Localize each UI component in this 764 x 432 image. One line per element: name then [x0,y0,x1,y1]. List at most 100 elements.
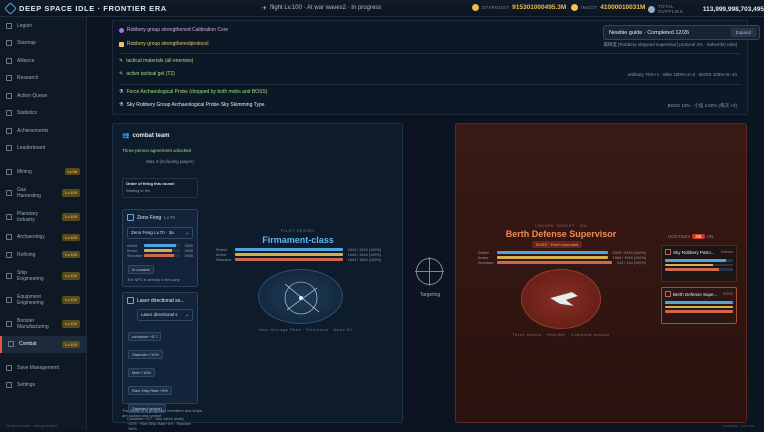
stat-bar [144,249,180,252]
stat-bar [235,258,343,261]
sidebar-item-equipment-engineering[interactable]: Equipment Engineering Lv.100 [0,288,86,312]
stat-value: 1904 / 1904 (100%) [612,255,646,260]
stat-bar [144,254,180,257]
sidebar-item-label: Legion [17,22,33,29]
hostile-count-badge: 3/8 [692,234,705,239]
pencil-icon: ✎ [119,58,124,64]
weapon-icon [127,297,134,304]
log-line: Robbery group strengthenedprotocol [119,41,208,47]
app-title: DEEP SPACE IDLE · FRONTIER ERA [19,3,167,13]
sidebar-item-icon [6,213,12,220]
sidebar-item-icon [6,364,12,371]
supplies-label: TOTAL SUPPLIES [657,4,684,14]
stat-bar-fill [235,248,343,251]
pilot-caption: Halo Storage Shell · Structural · Need 8… [258,327,353,332]
sidebar-item-archaeology[interactable]: Archaeology Lv.100 [0,229,86,247]
max-members-text: Max 3 (including player) [146,159,194,164]
hostiles-label: HOSTILES [668,234,691,239]
sidebar-item-statistics[interactable]: Statistics [0,105,86,123]
rocket-icon: ✈ [262,6,268,12]
enemy-ship-icon [665,291,671,297]
stat-label: Structure [216,257,232,262]
hostiles-header: HOSTILES 3/8 ON [668,234,713,239]
stat-bar-fill [497,251,608,254]
log-line-text: Robbery group strengthenedprotocol [127,41,209,47]
newbie-guide-toast[interactable]: Newbie guide · Completed 12/26 Expand [603,25,760,40]
sidebar-item-level: Lv.100 [62,340,80,348]
resource-ingot: INGOT 41000010031M [571,4,645,11]
member-select-value: Zeno Feng Lv.70 · 3a [131,230,174,235]
sidebar-item-refining[interactable]: Refining Lv.100 [0,246,86,264]
sidebar-item-level: Lv.100 [62,295,80,304]
team-icon: 👥 [122,133,130,139]
firing-order-box: Order of firing this round: Waiting to f… [122,178,198,198]
enemy-ship-view [521,269,601,329]
app-brand: DEEP SPACE IDLE · FRONTIER ERA [4,1,167,15]
hostile-stat-bar-fill [665,310,733,313]
sidebar-item-booster-manufacturing[interactable]: Booster Manufacturing Lv.100 [0,312,86,336]
sidebar-item-leaderboard[interactable]: Leaderboard [0,140,86,158]
sidebar-item-achievements[interactable]: Achievements [0,122,86,140]
sidebar-item-planetary-industry[interactable]: Planetary Industry Lv.100 [0,205,86,229]
hostiles-suffix: ON [706,234,714,239]
hostile-card[interactable]: Sky Robbery Patro... Veteran [661,245,737,282]
stat-bar [235,248,343,251]
stat-bar-fill [144,254,175,257]
sidebar-item-icon [6,40,12,47]
log-line-right: ordinary 70%+1 · Elite 100%+2~3 · BOSS 1… [627,72,737,77]
stat-bar-fill [144,249,173,252]
sidebar-item-settings[interactable]: Settings [0,377,86,395]
sidebar-item-gas-harvesting[interactable]: Gas Harvesting Lv.100 [0,181,86,205]
hostile-tag: BOSS [723,292,733,296]
module-tags: container +0.7 Stamolin +10% Melt +10% Raw … [127,325,193,415]
flight-status-text: flight Lv.100 · At war waves2 · In progr… [270,5,382,11]
sidebar-item-alliance[interactable]: Alliance [0,52,86,70]
in-combat-badge: In combat [128,265,154,274]
sidebar-item-save-management[interactable]: Save Management [0,359,86,377]
stat-bar [497,256,608,259]
sidebar-item-starmap[interactable]: Starmap [0,35,86,53]
sidebar-item-icon [6,272,12,279]
stat-bar-fill [497,261,612,264]
log-line-text: Robbery group strengthened Calibration C… [127,27,229,33]
sidebar-item-label: Mining [17,168,32,175]
hostile-stat-bar-fill [665,301,733,304]
member-card-zeno[interactable]: Zeno Feng Lv.70 Zeno Feng Lv.70 · 3a ⌄ s… [122,209,198,287]
stat-bar-fill [497,256,608,259]
module-tag: Raw Ship Rate +5% [128,386,172,395]
stardust-label: STARDUST [482,5,510,10]
hostile-card[interactable]: Berth Defense Supe... BOSS [661,287,737,324]
expand-button[interactable]: Expand [730,28,756,37]
sidebar-item-combat[interactable]: Combat Lv.100 [0,335,86,353]
stat-value: 5315 / 5315 (100%) [612,250,646,255]
sidebar-item-research[interactable]: Research [0,70,86,88]
member-select[interactable]: Zeno Feng Lv.70 · 3a ⌄ [127,227,193,239]
divider [119,84,741,85]
sidebar-item-icon [6,75,12,82]
log-line-text: active tactical gel (T2) [126,71,175,77]
sidebar-item-label: Equipment Engineering [17,293,44,306]
stat-label: Shield [478,250,489,255]
sidebar-item-legion[interactable]: Legion [0,17,86,35]
sidebar-item-icon [6,189,12,196]
footer: All reports stats · auto-generated Lasts… [0,424,764,430]
member-note: The NPC is already in the party [127,278,180,282]
sidebar-item-action-queue[interactable]: Action Queue [0,87,86,105]
stat-bar [144,244,180,247]
sidebar-item-ship-engineering[interactable]: Ship Engineering Lv.100 [0,264,86,288]
ingot-value: 41000010031M [600,4,646,11]
module-select[interactable]: Laser directional s ⌄ [137,309,193,321]
stat-value: 2639 [184,243,193,248]
module-tag: container +0.7 [128,332,162,341]
sidebar-item-mining[interactable]: Mining Lv.98 [0,163,86,181]
member-card-laser[interactable]: Laser directional so... Laser directiona… [122,292,198,431]
enemy-name: Berth Defense Supervisor [505,229,617,239]
sidebar-item-icon [6,251,12,258]
sidebar-item-icon [6,382,12,389]
hostile-stat-bar [665,259,733,262]
sidebar-item-label: Planetary Industry [17,210,39,223]
crosshair-icon[interactable] [415,257,444,286]
enemy-ship-icon [665,249,671,255]
sidebar-item-icon [6,145,12,152]
sidebar-item-label: Combat [19,341,37,348]
